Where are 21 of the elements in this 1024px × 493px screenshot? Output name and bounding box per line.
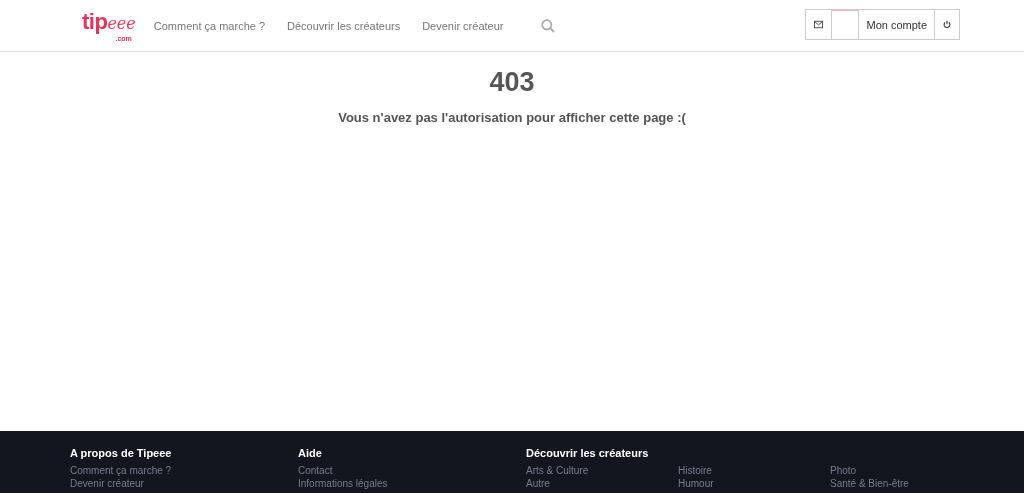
- footer-heading: A propos de Tipeee: [70, 447, 172, 459]
- search-icon[interactable]: [541, 18, 556, 33]
- footer-link[interactable]: Comment ça marche ?: [70, 464, 298, 477]
- power-icon: [943, 19, 951, 30]
- nav-link[interactable]: Devenir créateur: [422, 19, 504, 32]
- footer-link[interactable]: Informations légales: [298, 477, 526, 490]
- footer-link[interactable]: Arts & Culture: [526, 464, 678, 477]
- footer-link[interactable]: Autre: [526, 477, 678, 490]
- envelope-icon: [814, 20, 824, 29]
- footer-link[interactable]: Photo: [830, 464, 982, 477]
- footer-link[interactable]: Histoire: [678, 464, 830, 477]
- footer-heading: Aide: [298, 447, 322, 459]
- footer-link[interactable]: Santé & Bien-être: [830, 477, 982, 490]
- footer-link[interactable]: Humour: [678, 477, 830, 490]
- nav-link[interactable]: Découvrir les créateurs: [287, 19, 401, 32]
- error-code: 403: [489, 67, 535, 98]
- footer-heading: Découvrir les créateurs: [526, 447, 649, 459]
- footer-link[interactable]: Contact: [298, 464, 526, 477]
- error-message: Vous n'avez pas l'autorisation pour afficher cette page :(: [338, 110, 686, 125]
- nav-link[interactable]: Comment ça marche ?: [153, 19, 266, 32]
- footer-link[interactable]: Devenir créateur: [70, 477, 298, 490]
